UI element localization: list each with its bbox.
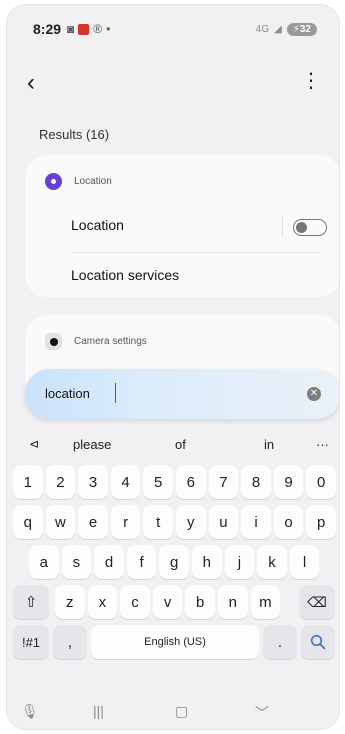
app-notification-icon [78,23,90,35]
key[interactable]: e [78,505,108,539]
battery-level: 32 [299,23,311,35]
key[interactable]: x [87,585,118,619]
nav-down-chevron-icon[interactable]: ﹀ [255,703,269,723]
key[interactable]: k [257,545,287,579]
location-pin-icon [45,173,62,190]
registered-icon: ® [93,22,103,36]
key[interactable]: d [94,545,124,579]
card-header: Location [45,173,112,190]
backspace-key[interactable]: ⌫ [299,585,335,619]
status-right: 4G ◢ ⚡32 [255,22,317,36]
key[interactable]: o [273,505,304,539]
home-icon[interactable]: ▢ [175,703,188,720]
shift-key[interactable]: ⇧ [13,585,49,619]
suggestion-bar: ⊲ please of in ··· [7,425,339,459]
location-result-card: Location Location Location services [25,155,339,297]
search-field[interactable]: location ✕ [25,369,339,419]
space-key[interactable]: English (US) [91,625,259,659]
key[interactable]: 5 [143,465,173,499]
key[interactable]: b [185,585,215,619]
location-toggle[interactable] [293,219,327,236]
battery-badge: ⚡32 [286,22,317,36]
row-divider [71,252,321,253]
location-services-item[interactable]: Location services [71,267,179,283]
status-dot: • [106,22,111,36]
key[interactable]: a [29,545,59,579]
soft-keyboard: ⊲ please of in ··· 1234567890 qwertyuiop… [7,425,339,729]
key[interactable]: m [250,585,281,619]
key[interactable]: w [45,505,76,539]
key[interactable]: r [110,505,141,539]
key[interactable]: p [306,505,336,539]
key[interactable]: i [241,505,271,539]
key[interactable]: 8 [241,465,271,499]
mic-icon[interactable]: 🎙︎ [21,703,39,720]
search-icon [310,634,326,650]
phone-screen: 8:29 ◙ ® • 4G ◢ ⚡32 ‹ ⋮ Results (16) Loc… [6,4,340,730]
card-header: Camera settings [45,333,147,350]
text-caret [115,383,116,403]
key[interactable]: u [208,505,239,539]
network-label: 4G [255,23,270,35]
back-chevron-icon[interactable]: ‹ [27,69,35,97]
card-title[interactable]: Camera settings [74,336,147,347]
suggestion-item[interactable]: in [264,437,274,452]
search-input[interactable]: location [45,386,90,401]
key[interactable]: f [126,545,157,579]
status-notification-icons: ◙ ® • [67,22,110,36]
key[interactable]: 0 [306,465,336,499]
search-key[interactable] [301,625,335,659]
key[interactable]: t [143,505,173,539]
key[interactable]: q [13,505,43,539]
key[interactable]: n [218,585,248,619]
key[interactable]: 4 [110,465,141,499]
key[interactable]: y [176,505,206,539]
key[interactable]: j [224,545,255,579]
key[interactable]: g [159,545,189,579]
more-vert-icon[interactable]: ⋮ [301,71,321,91]
signal-icon: ◢ [274,23,282,35]
comma-key[interactable]: , [53,625,87,659]
key[interactable]: 7 [208,465,239,499]
toggle-separator [282,215,283,237]
suggestion-item[interactable]: please [73,437,111,452]
more-suggestions-icon[interactable]: ··· [316,437,329,452]
status-bar: 8:29 ◙ ® • 4G ◢ ⚡32 [7,5,339,53]
location-setting-item[interactable]: Location [71,217,124,233]
key[interactable]: 6 [176,465,206,499]
key[interactable]: s [61,545,92,579]
key[interactable]: 1 [13,465,43,499]
key[interactable]: c [120,585,150,619]
app-bar: ‹ ⋮ [7,67,339,103]
key[interactable]: h [192,545,222,579]
results-count: Results (16) [39,127,110,142]
key[interactable]: 3 [78,465,108,499]
clear-icon[interactable]: ✕ [307,387,321,401]
card-title: Location [74,176,112,187]
camera-icon [45,333,62,350]
period-key[interactable]: . [263,625,297,659]
suggestion-item[interactable]: of [175,437,186,452]
key[interactable]: z [55,585,85,619]
key[interactable]: 2 [45,465,76,499]
key[interactable]: l [289,545,320,579]
key[interactable]: v [152,585,183,619]
key[interactable]: 9 [273,465,304,499]
toggle-knob [296,221,307,233]
keyboard-toggle-icon[interactable]: ⊲ [29,437,39,451]
symbols-key[interactable]: !#1 [13,625,49,659]
system-nav-bar: 🎙︎ ||| ▢ ﹀ [7,703,339,729]
screenshot-icon: ◙ [67,22,75,36]
recent-apps-icon[interactable]: ||| [93,703,104,719]
status-time: 8:29 [33,21,62,37]
